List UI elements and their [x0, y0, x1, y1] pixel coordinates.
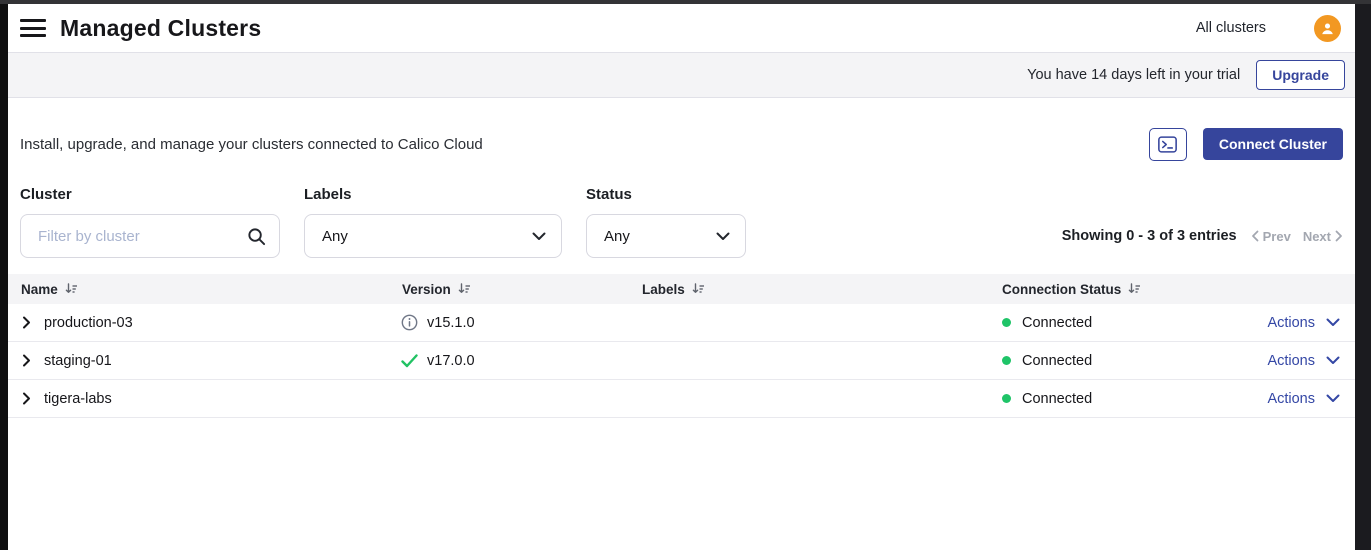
column-header-labels[interactable]: Labels	[629, 282, 989, 297]
window-frame-left	[0, 4, 8, 550]
table-row: production-03 v15.1.0 Connected Actions	[8, 304, 1355, 342]
labels-filter-select[interactable]: Any	[304, 214, 562, 258]
toolbar-actions: Connect Cluster	[1149, 128, 1343, 161]
labels-filter-group: Labels Any	[304, 186, 562, 258]
main-content: Install, upgrade, and manage your cluste…	[8, 98, 1355, 550]
status-filter-value: Any	[604, 228, 630, 245]
version-value: v17.0.0	[427, 353, 475, 369]
version-cell: v15.1.0	[389, 314, 629, 331]
column-header-connection-status[interactable]: Connection Status	[989, 282, 1255, 297]
terminal-button[interactable]	[1149, 128, 1187, 161]
search-icon[interactable]	[247, 227, 266, 246]
status-value: Connected	[1022, 353, 1092, 369]
pagination: Showing 0 - 3 of 3 entries Prev Next	[1062, 228, 1343, 244]
connection-status-cell: Connected	[989, 353, 1255, 369]
header-right: All clusters	[1196, 15, 1341, 42]
column-header-version[interactable]: Version	[389, 282, 629, 297]
window-frame-right	[1355, 4, 1371, 550]
cluster-filter-label: Cluster	[20, 186, 280, 203]
actions-label: Actions	[1267, 391, 1315, 407]
expand-row-icon[interactable]	[22, 354, 31, 367]
connect-cluster-button[interactable]: Connect Cluster	[1203, 128, 1343, 160]
clusters-table: Name Version Labels	[8, 274, 1355, 418]
sort-icon	[1128, 283, 1141, 295]
check-icon	[401, 354, 418, 368]
user-avatar-icon[interactable]	[1314, 15, 1341, 42]
chevron-down-icon	[1326, 318, 1340, 327]
next-button[interactable]: Next	[1303, 229, 1331, 244]
connected-dot-icon	[1002, 356, 1011, 365]
menu-icon[interactable]	[20, 18, 46, 38]
upgrade-button[interactable]: Upgrade	[1256, 60, 1345, 90]
cluster-filter-input[interactable]	[21, 228, 247, 245]
next-arrow-icon[interactable]	[1335, 230, 1343, 242]
status-filter-group: Status Any	[586, 186, 746, 258]
cluster-name: tigera-labs	[44, 391, 112, 407]
actions-menu-button[interactable]: Actions	[1255, 315, 1355, 331]
info-icon[interactable]	[401, 314, 418, 331]
name-cell: production-03	[8, 315, 389, 331]
table-header-row: Name Version Labels	[8, 274, 1355, 304]
actions-menu-button[interactable]: Actions	[1255, 391, 1355, 407]
prev-button[interactable]: Prev	[1263, 229, 1291, 244]
cluster-filter-control	[20, 214, 280, 258]
name-cell: tigera-labs	[8, 391, 389, 407]
actions-menu-button[interactable]: Actions	[1255, 353, 1355, 369]
expand-row-icon[interactable]	[22, 316, 31, 329]
trial-message: You have 14 days left in your trial	[1027, 67, 1240, 83]
page-title: Managed Clusters	[60, 15, 261, 42]
chevron-down-icon	[1326, 356, 1340, 365]
cluster-name: production-03	[44, 315, 133, 331]
prev-arrow-icon[interactable]	[1251, 230, 1259, 242]
table-row: staging-01 v17.0.0 Connected Actions	[8, 342, 1355, 380]
expand-row-icon[interactable]	[22, 392, 31, 405]
name-cell: staging-01	[8, 353, 389, 369]
chevron-down-icon	[532, 232, 546, 241]
status-value: Connected	[1022, 391, 1092, 407]
filters-row: Cluster Labels Any	[20, 186, 1343, 258]
labels-filter-value: Any	[322, 228, 348, 245]
actions-label: Actions	[1267, 353, 1315, 369]
connection-status-cell: Connected	[989, 391, 1255, 407]
actions-label: Actions	[1267, 315, 1315, 331]
chevron-down-icon	[1326, 394, 1340, 403]
top-header: Managed Clusters All clusters	[8, 4, 1355, 52]
pagination-nav: Prev Next	[1251, 229, 1343, 244]
person-icon	[1319, 20, 1336, 37]
sort-icon	[458, 283, 471, 295]
labels-filter-label: Labels	[304, 186, 562, 203]
sort-icon	[65, 283, 78, 295]
managed-clusters-page: Managed Clusters All clusters You have 1…	[8, 4, 1355, 550]
column-header-name[interactable]: Name	[8, 282, 389, 297]
terminal-icon	[1158, 136, 1177, 153]
cluster-filter-group: Cluster	[20, 186, 280, 258]
cluster-name: staging-01	[44, 353, 112, 369]
version-value: v15.1.0	[427, 315, 475, 331]
status-filter-label: Status	[586, 186, 746, 203]
cluster-context-selector[interactable]: All clusters	[1196, 20, 1266, 36]
pagination-summary: Showing 0 - 3 of 3 entries	[1062, 228, 1237, 244]
status-filter-select[interactable]: Any	[586, 214, 746, 258]
connected-dot-icon	[1002, 318, 1011, 327]
trial-banner: You have 14 days left in your trial Upgr…	[8, 52, 1355, 98]
chevron-down-icon	[716, 232, 730, 241]
connection-status-cell: Connected	[989, 315, 1255, 331]
version-cell: v17.0.0	[389, 353, 629, 369]
connected-dot-icon	[1002, 394, 1011, 403]
sort-icon	[692, 283, 705, 295]
page-description: Install, upgrade, and manage your cluste…	[20, 136, 483, 153]
description-row: Install, upgrade, and manage your cluste…	[20, 126, 1343, 162]
table-row: tigera-labs Connected Actions	[8, 380, 1355, 418]
status-value: Connected	[1022, 315, 1092, 331]
